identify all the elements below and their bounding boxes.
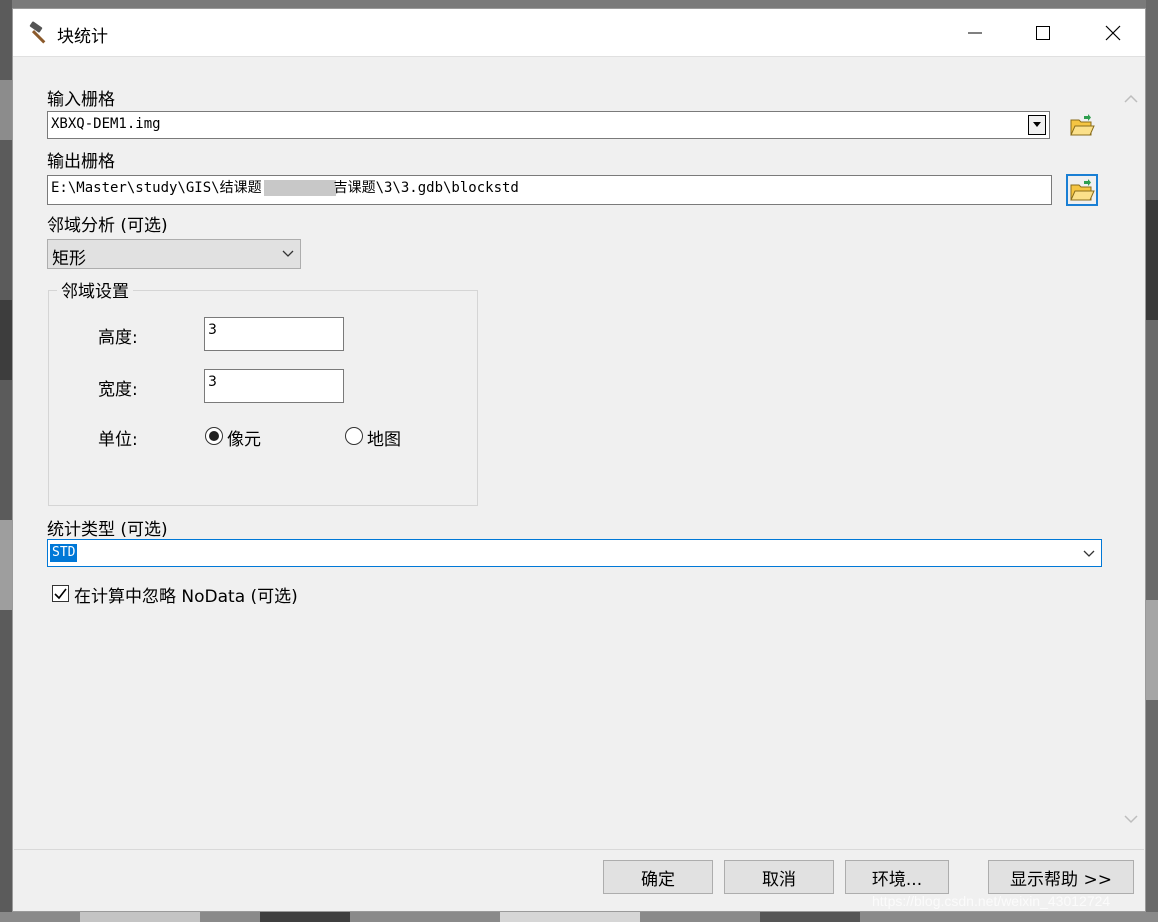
neighborhood-settings-legend: 邻域设置: [57, 277, 133, 302]
output-raster-value: E:\Master\study\GIS\结课题: [51, 180, 262, 196]
scroll-down-icon[interactable]: [1123, 811, 1139, 827]
unit-radio-cell[interactable]: [205, 427, 223, 445]
neighborhood-select[interactable]: 矩形: [47, 239, 301, 269]
open-folder-icon: [1070, 114, 1095, 136]
minimize-button[interactable]: [941, 9, 1009, 57]
dialog-window: 块统计 输入栅格 XBXQ-DEM1.img 输出栅格 E:\Master\st…: [12, 8, 1146, 912]
unit-option-map[interactable]: 地图: [367, 425, 401, 450]
chevron-down-icon: [282, 250, 294, 257]
unit-radio-map[interactable]: [345, 427, 363, 445]
ignore-nodata-checkbox[interactable]: [52, 585, 69, 602]
tool-hammer-icon: [29, 21, 46, 44]
close-button[interactable]: [1079, 9, 1147, 57]
height-input[interactable]: 3: [204, 317, 344, 351]
input-raster-value: XBXQ-DEM1.img: [51, 116, 161, 132]
close-icon: [1105, 25, 1121, 41]
input-raster-dropdown[interactable]: XBXQ-DEM1.img: [47, 111, 1050, 139]
width-label: 宽度:: [98, 380, 138, 400]
statistics-type-value: STD: [50, 544, 78, 562]
minimize-icon: [968, 32, 982, 34]
ignore-nodata-label[interactable]: 在计算中忽略 NoData (可选): [74, 582, 298, 607]
ok-button[interactable]: 确定: [603, 860, 713, 894]
input-raster-browse-button[interactable]: [1066, 109, 1098, 141]
cancel-button[interactable]: 取消: [724, 860, 834, 894]
statistics-type-label: 统计类型 (可选): [47, 520, 168, 540]
maximize-icon: [1036, 26, 1050, 40]
output-raster-field[interactable]: E:\Master\study\GIS\结课题 吉课题\3\3.gdb\block…: [47, 175, 1052, 205]
output-raster-value-tail: 吉课题\3\3.gdb\blockstd: [333, 180, 519, 196]
scroll-up-icon[interactable]: [1123, 91, 1139, 107]
output-raster-label: 输出栅格: [47, 152, 115, 172]
watermark-text: https://blog.csdn.net/weixin_43012724: [872, 893, 1111, 909]
input-raster-label: 输入栅格: [47, 90, 115, 110]
width-input[interactable]: 3: [204, 369, 344, 403]
checkmark-icon: [54, 588, 67, 600]
show-help-button[interactable]: 显示帮助 >>: [988, 860, 1134, 894]
output-raster-browse-button[interactable]: [1066, 174, 1098, 206]
vertical-scrollbar[interactable]: [1118, 57, 1144, 849]
window-title: 块统计: [57, 27, 108, 47]
statistics-type-select[interactable]: STD: [47, 539, 1102, 567]
height-label: 高度:: [98, 328, 138, 348]
dropdown-arrow-button[interactable]: [1028, 115, 1046, 135]
open-folder-icon: [1070, 179, 1095, 201]
neighborhood-label: 邻域分析 (可选): [47, 216, 168, 236]
environments-button[interactable]: 环境...: [845, 860, 949, 894]
unit-option-cell[interactable]: 像元: [227, 425, 261, 450]
redacted-blur: [263, 180, 336, 196]
neighborhood-settings-group: 邻域设置 高度: 3 宽度: 3 单位: 像元 地图: [48, 277, 478, 506]
triangle-down-icon: [1033, 122, 1041, 127]
dialog-client-area: 输入栅格 XBXQ-DEM1.img 输出栅格 E:\Master\study\…: [14, 57, 1144, 849]
chevron-down-icon: [1083, 550, 1095, 557]
maximize-button[interactable]: [1009, 9, 1077, 57]
neighborhood-selected-value: 矩形: [52, 249, 86, 269]
title-bar[interactable]: 块统计: [13, 9, 1145, 57]
unit-label: 单位:: [98, 430, 138, 450]
